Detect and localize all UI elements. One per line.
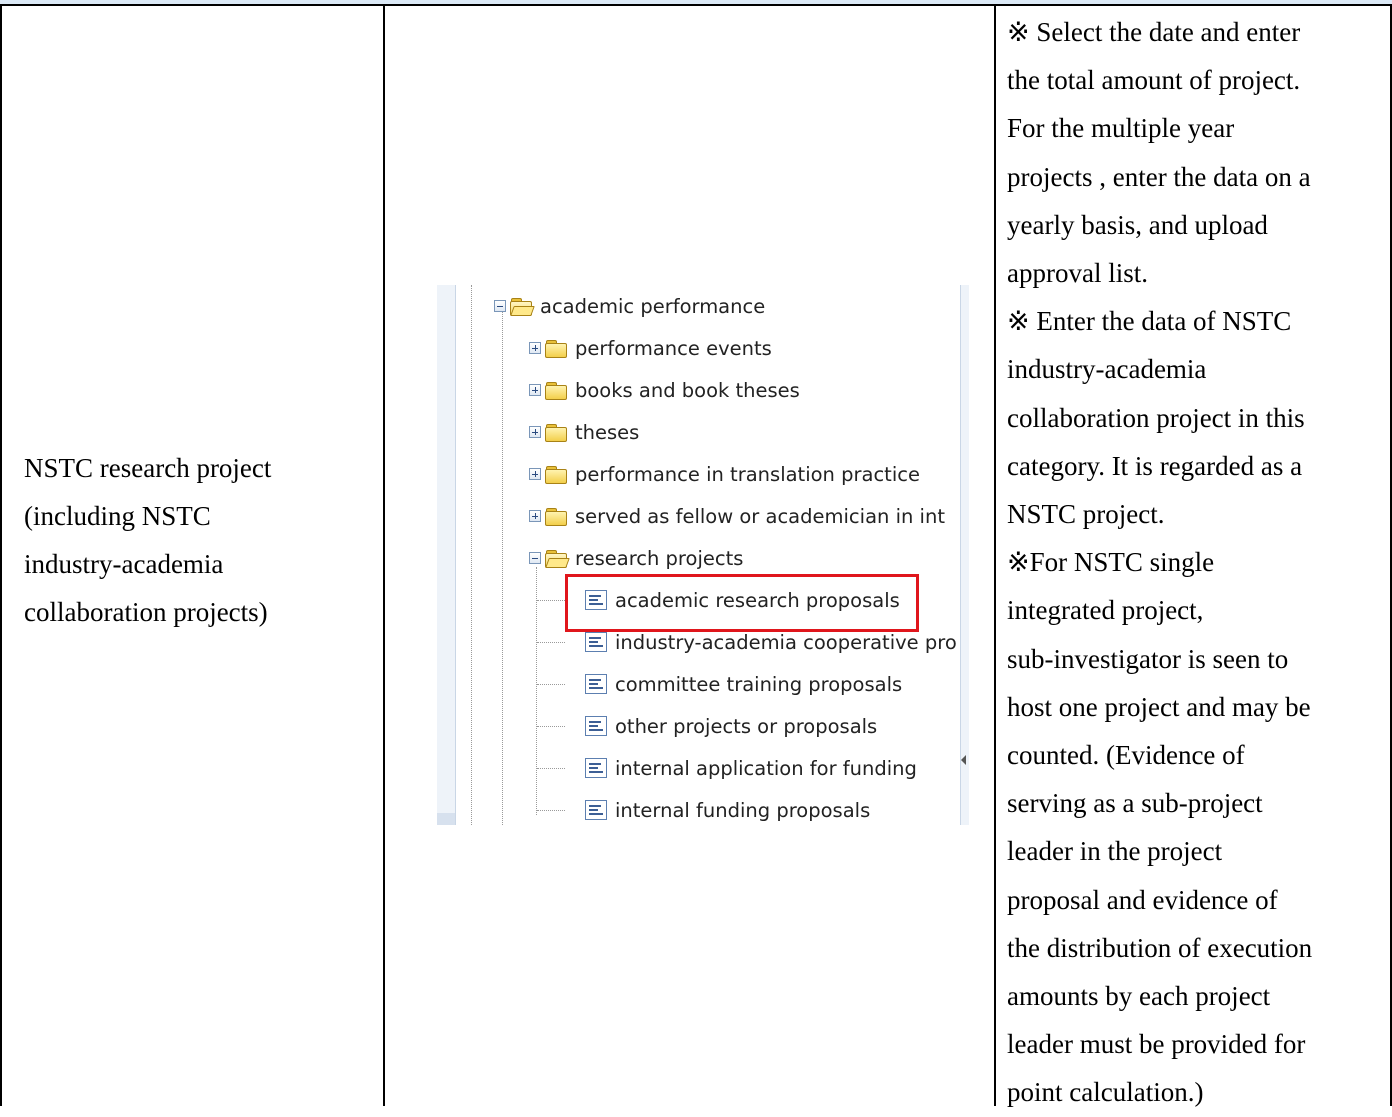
tree-leaf-committee-training[interactable]: committee training proposals (585, 669, 902, 699)
expand-icon[interactable] (529, 468, 541, 480)
tree-node-label: theses (575, 420, 640, 444)
note-line: the distribution of execution (1007, 932, 1313, 963)
note-line: yearly basis, and upload (1007, 209, 1268, 240)
note-line: industry-academia (1007, 354, 1207, 385)
folder-icon (545, 507, 567, 526)
note-line: collaboration project in this (1007, 402, 1305, 433)
tree-node-label: other projects or proposals (615, 714, 878, 738)
left-panel-bar (437, 285, 456, 825)
table-border-left (0, 6, 2, 1106)
note-line: the total amount of project. (1007, 65, 1301, 96)
note-line: leader in the project (1007, 836, 1223, 867)
folder-open-icon (510, 297, 535, 316)
tree-node-research-projects[interactable]: research projects (529, 543, 743, 573)
tree-leaf-internal-funding[interactable]: internal funding proposals (585, 795, 870, 825)
note-line: counted. (Evidence of (1007, 740, 1245, 771)
expand-icon[interactable] (529, 510, 541, 522)
collapse-arrow-icon[interactable] (961, 755, 966, 765)
notes-cell: ※ Select the date and enter the total am… (1007, 8, 1387, 1117)
note-line: projects , enter the data on a (1007, 161, 1311, 192)
folder-icon (545, 423, 567, 442)
document-icon (585, 674, 607, 694)
tree-node-label: academic performance (540, 294, 766, 318)
tree-node-label: internal funding proposals (615, 798, 871, 822)
document-icon (585, 632, 607, 652)
category-line: collaboration projects) (24, 597, 268, 627)
note-line: serving as a sub-project (1007, 788, 1263, 819)
document-icon (585, 800, 607, 820)
expand-icon[interactable] (529, 426, 541, 438)
splitter-bar[interactable] (960, 285, 969, 825)
tree-node-label: internal application for funding (615, 756, 917, 780)
tree-node-label: performance in translation practice (575, 462, 920, 486)
expand-icon[interactable] (529, 384, 541, 396)
tree-node-fellow[interactable]: served as fellow or academician in int (529, 501, 945, 531)
tree-node-label: research projects (575, 546, 744, 570)
note-line: integrated project, (1007, 595, 1204, 626)
category-cell: NSTC research project (including NSTC in… (24, 444, 364, 636)
tree-node-label: served as fellow or academician in int (575, 504, 945, 528)
table-column-divider-2 (994, 6, 996, 1106)
category-line: (including NSTC (24, 501, 211, 531)
note-line: For the multiple year (1007, 113, 1235, 144)
highlight-box (565, 574, 919, 632)
category-line: NSTC research project (24, 453, 272, 483)
tree-node-books[interactable]: books and book theses (529, 375, 800, 405)
note-line: sub-investigator is seen to (1007, 643, 1289, 674)
note-line: amounts by each project (1007, 981, 1271, 1012)
table-column-divider-1 (383, 6, 385, 1106)
tree-node-academic-performance[interactable]: academic performance (494, 291, 765, 321)
note-line: ※ Enter the data of NSTC (1007, 306, 1292, 337)
note-line: NSTC project. (1007, 499, 1165, 530)
folder-icon (545, 381, 567, 400)
tree-node-label: books and book theses (575, 378, 800, 402)
tree-leaf-internal-application[interactable]: internal application for funding (585, 753, 917, 783)
note-line: proposal and evidence of (1007, 884, 1278, 915)
note-line: approval list. (1007, 258, 1148, 289)
document-icon (585, 716, 607, 736)
tree-node-theses[interactable]: theses (529, 417, 639, 447)
table-top-border (0, 0, 1392, 6)
note-line: point calculation.) (1007, 1077, 1204, 1108)
note-line: category. It is regarded as a (1007, 450, 1303, 481)
expand-icon[interactable] (529, 342, 541, 354)
tree-node-label: committee training proposals (615, 672, 903, 696)
tree-screenshot: academic performance performance events … (437, 285, 969, 825)
note-line: ※ Select the date and enter (1007, 17, 1301, 47)
tree-node-performance-events[interactable]: performance events (529, 333, 772, 363)
tree-node-label: industry-academia cooperative pro (615, 630, 957, 654)
note-line: leader must be provided for (1007, 1029, 1306, 1060)
folder-open-icon (545, 549, 570, 568)
folder-icon (545, 339, 567, 358)
note-line: host one project and may be (1007, 691, 1311, 722)
collapse-icon[interactable] (529, 552, 541, 564)
note-line: ※For NSTC single (1007, 547, 1215, 578)
folder-icon (545, 465, 567, 484)
collapse-icon[interactable] (494, 300, 506, 312)
tree-node-translation-practice[interactable]: performance in translation practice (529, 459, 920, 489)
tree-leaf-other-projects[interactable]: other projects or proposals (585, 711, 877, 741)
category-line: industry-academia (24, 549, 224, 579)
tree-node-label: performance events (575, 336, 772, 360)
document-icon (585, 758, 607, 778)
